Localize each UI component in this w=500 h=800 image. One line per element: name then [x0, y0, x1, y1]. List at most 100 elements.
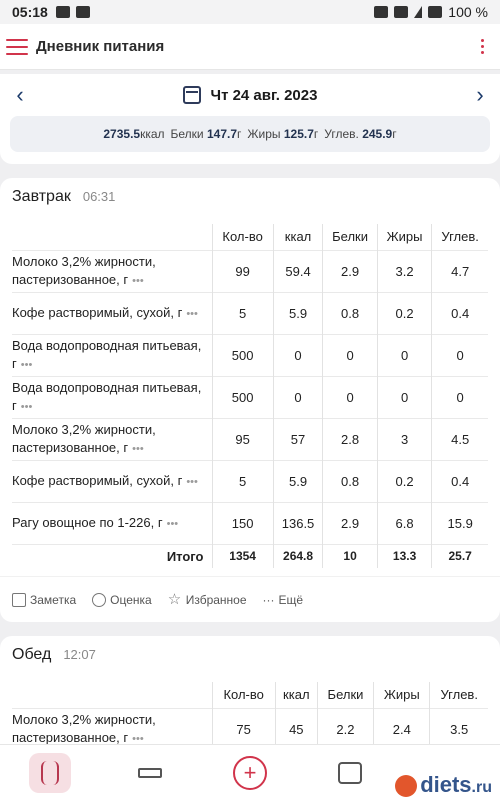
- col-qty: Кол-во: [211, 224, 274, 250]
- cell-qty: 500: [211, 333, 274, 376]
- star-icon: ☆: [167, 590, 182, 608]
- total-label: Итого: [12, 543, 212, 568]
- food-row[interactable]: Кофе растворимый, сухой, г••• 55.90.80.20…: [12, 291, 488, 334]
- battery-level: 100 %: [448, 4, 488, 20]
- youtube-icon: [75, 6, 90, 18]
- cell-f: 3.2: [376, 249, 432, 292]
- total-fat: 125.7: [283, 127, 314, 141]
- cell-p: 2.8: [322, 417, 378, 460]
- status-time: 05:18: [12, 4, 48, 20]
- row-more-icon[interactable]: •••: [21, 401, 33, 413]
- cell-c: 0: [431, 333, 488, 376]
- note-button[interactable]: Заметка: [12, 592, 76, 607]
- cell-kcal: 57: [272, 417, 323, 460]
- cell-p: 0: [322, 375, 378, 418]
- apple-logo-icon: [395, 775, 418, 798]
- food-row[interactable]: Кофе растворимый, сухой, г••• 55.90.80.20…: [12, 459, 488, 502]
- nav-activity[interactable]: [129, 753, 171, 793]
- cell-kcal: 5.9: [272, 459, 323, 502]
- ellipsis-icon: ···: [262, 592, 275, 607]
- nav-diary[interactable]: [29, 752, 71, 793]
- menu-icon[interactable]: [6, 38, 28, 55]
- meal-name: Завтрак: [12, 188, 71, 205]
- col-fat: Жиры: [376, 224, 432, 250]
- total-kcal: 264.8: [272, 543, 323, 568]
- food-name: Вода водопроводная питьевая, г: [12, 380, 202, 413]
- food-row[interactable]: Молоко 3,2% жирности, пастеризованное, г…: [12, 417, 488, 460]
- cell-f: 0.2: [376, 291, 432, 334]
- row-more-icon[interactable]: •••: [167, 518, 179, 530]
- date-selector[interactable]: Чт 24 авг. 2023: [30, 86, 470, 104]
- total-p: 10: [322, 543, 378, 568]
- food-name: Кофе растворимый, сухой, г: [12, 305, 183, 321]
- more-button[interactable]: ··· Ещё: [263, 593, 304, 607]
- col-kcal: ккал: [272, 224, 323, 250]
- row-more-icon[interactable]: •••: [132, 443, 144, 455]
- cell-qty: 5: [211, 459, 274, 502]
- cell-c: 4.7: [431, 249, 488, 292]
- cell-qty: 95: [211, 417, 274, 460]
- cell-qty: 5: [211, 291, 274, 334]
- cell-p: 0: [322, 333, 378, 376]
- row-more-icon[interactable]: •••: [186, 308, 198, 320]
- total-qty: 1354: [211, 543, 274, 568]
- more-options-icon[interactable]: [470, 35, 494, 59]
- daily-totals: 2735.5ккал Белки 147.7г Жиры 125.7г Угле…: [10, 116, 490, 152]
- cell-kcal: 5.9: [272, 291, 323, 334]
- cell-f: 6.8: [376, 501, 432, 544]
- cell-p: 2.9: [322, 501, 378, 544]
- cell-c: 0: [431, 375, 488, 418]
- food-name: Вода водопроводная питьевая, г: [12, 338, 202, 371]
- food-row[interactable]: Молоко 3,2% жирности, пастеризованное, г…: [12, 249, 488, 292]
- total-row: Итого 1354 264.8 10 13.3 25.7: [12, 543, 488, 568]
- status-bar: 05:18 100 %: [0, 0, 500, 24]
- cell-p: 0.8: [322, 459, 378, 502]
- scale-icon: [338, 761, 362, 784]
- cell-qty: 150: [211, 501, 274, 544]
- battery-icon: [428, 6, 443, 18]
- date-card: ‹ Чт 24 авг. 2023 › 2735.5ккал Белки 147…: [0, 74, 500, 164]
- row-more-icon[interactable]: •••: [21, 359, 33, 371]
- cell-c: 15.9: [431, 501, 488, 544]
- col-protein: Белки: [322, 224, 378, 250]
- cell-kcal: 59.4: [272, 249, 323, 292]
- meal-breakfast: Завтрак 06:31 Кол-во ккал Белки Жиры Угл…: [0, 178, 500, 622]
- total-c: 25.7: [431, 543, 488, 568]
- col-carbs: Углев.: [431, 224, 488, 250]
- next-day-icon[interactable]: ›: [470, 82, 490, 107]
- cell-f: 0: [376, 333, 432, 376]
- cell-kcal: 0: [272, 333, 323, 376]
- watermark: diets.ru: [395, 772, 492, 798]
- cell-qty: 99: [211, 249, 274, 292]
- cell-p: 2.9: [322, 249, 378, 292]
- total-f: 13.3: [376, 543, 432, 568]
- total-carbs: 245.9: [362, 127, 393, 141]
- total-protein: 147.7: [206, 127, 238, 141]
- cell-qty: 500: [211, 375, 274, 418]
- nav-weight[interactable]: [329, 753, 371, 793]
- food-row[interactable]: Вода водопроводная питьевая, г ••• 500 0 0 0 0: [12, 333, 488, 376]
- rating-button[interactable]: Оценка: [92, 592, 152, 607]
- row-more-icon[interactable]: •••: [186, 476, 198, 488]
- wifi-icon: [394, 6, 409, 18]
- cell-c: 0.4: [431, 291, 488, 334]
- calendar-icon: [182, 86, 201, 104]
- food-row[interactable]: Вода водопроводная питьевая, г ••• 500 0 0 0 0: [12, 375, 488, 418]
- dumbbell-icon: [138, 767, 162, 778]
- lightbulb-icon: [92, 592, 107, 607]
- row-more-icon[interactable]: •••: [132, 275, 144, 287]
- food-row[interactable]: Рагу овощное по 1-226, г ••• 150 136.5 2.9 6.…: [12, 501, 488, 544]
- cell-p: 0.8: [322, 291, 378, 334]
- meal-actions: Заметка Оценка ☆ Избранное ··· Ещё: [0, 576, 500, 622]
- cell-c: 0.4: [431, 459, 488, 502]
- nav-add[interactable]: +: [229, 753, 271, 793]
- favorite-button[interactable]: ☆ Избранное: [167, 590, 247, 608]
- prev-day-icon[interactable]: ‹: [10, 82, 30, 107]
- cell-c: 4.5: [431, 417, 488, 460]
- fork-knife-icon: [41, 760, 59, 785]
- date-label: Чт 24 авг. 2023: [210, 86, 318, 104]
- food-name: Кофе растворимый, сухой, г: [12, 473, 183, 489]
- total-kcal: 2735.5: [103, 127, 141, 141]
- meal-name: Обед: [12, 646, 52, 663]
- vibrate-icon: [374, 6, 389, 18]
